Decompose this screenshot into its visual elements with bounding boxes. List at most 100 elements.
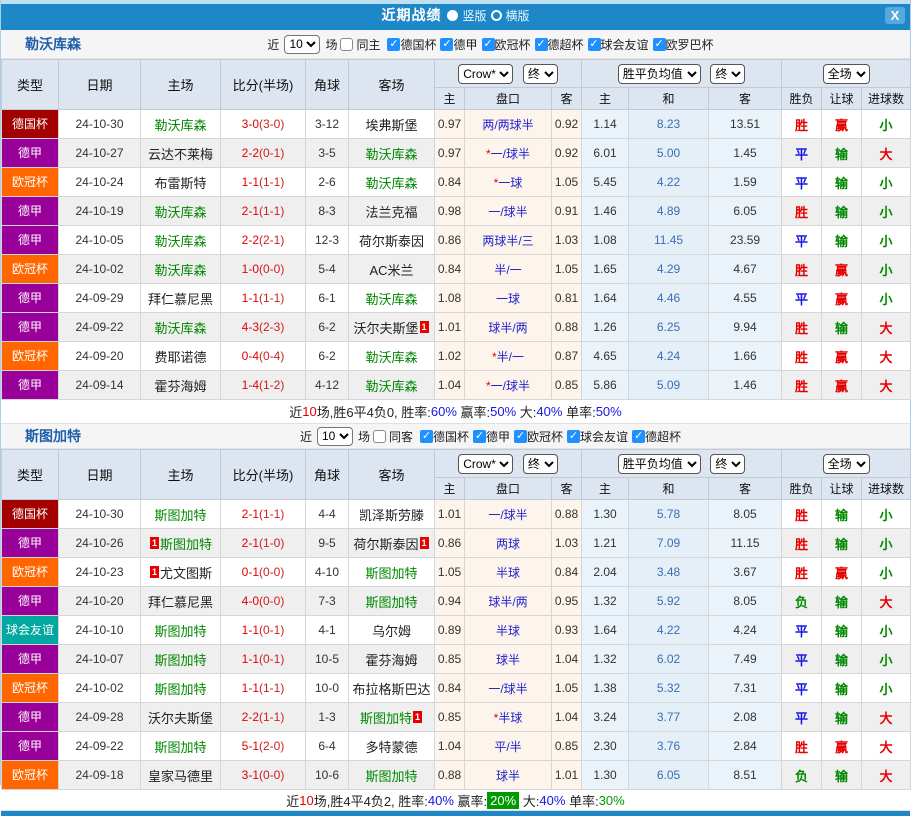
result-cell: 平 xyxy=(782,168,822,197)
team-cell: 荷尔斯泰因1 xyxy=(349,529,435,558)
corner-count: 6-2 xyxy=(306,342,349,371)
score-cell: 1-0(0-0) xyxy=(221,255,306,284)
match-row: 欧冠杯24-09-18皇家马德里3-1(0-0)10-6斯图加特0.88球半1.… xyxy=(2,761,911,790)
league-filter-label: 德国杯 xyxy=(433,428,469,445)
league-filter-item: ✓球会友谊 xyxy=(588,36,649,53)
match-date: 24-09-29 xyxy=(59,284,141,313)
summary-segment: 赢率: xyxy=(454,791,487,810)
goals-result-cell: 小 xyxy=(862,645,911,674)
asian-away-odds: 1.05 xyxy=(552,674,582,703)
result-cell: 平 xyxy=(782,674,822,703)
euro-draw-odds: 4.22 xyxy=(629,616,709,645)
league-filter-checkbox[interactable]: ✓ xyxy=(514,430,527,443)
match-row: 德甲24-09-28沃尔夫斯堡2-2(1-1)1-3斯图加特10.85*半球1.… xyxy=(2,703,911,732)
league-filter-checkbox[interactable]: ✓ xyxy=(588,38,601,51)
odds-time-select[interactable]: 终 xyxy=(523,454,558,474)
league-filter-checkbox[interactable]: ✓ xyxy=(387,38,400,51)
euro-home-odds: 5.45 xyxy=(582,168,629,197)
team-cell: 荷尔斯泰因 xyxy=(349,226,435,255)
match-date: 24-10-02 xyxy=(59,255,141,284)
goals-result-cell: 小 xyxy=(862,558,911,587)
team-label: 斯图加特 xyxy=(154,624,206,639)
half-score: (0-0) xyxy=(259,262,284,276)
league-filter-checkbox[interactable]: ✓ xyxy=(482,38,495,51)
landscape-radio-label[interactable]: 横版 xyxy=(506,7,530,24)
team-section-header: 勒沃库森 近 10 场 同主 ✓德国杯✓德甲✓欧冠杯✓德超杯✓球会友谊✓欧罗巴杯 xyxy=(1,30,910,59)
league-badge: 德甲 xyxy=(2,226,58,254)
odds-time-select[interactable]: 终 xyxy=(523,64,558,84)
match-count-select[interactable]: 10 xyxy=(317,427,353,446)
euro-home-odds: 1.08 xyxy=(582,226,629,255)
team-cell: 埃弗斯堡 xyxy=(349,110,435,139)
match-row: 德国杯24-10-30斯图加特2-1(1-1)4-4凯泽斯劳滕1.01一/球半0… xyxy=(2,500,911,529)
league-filter-checkbox[interactable]: ✓ xyxy=(653,38,666,51)
league-filter-checkbox[interactable]: ✓ xyxy=(473,430,486,443)
full-score: 2-1 xyxy=(242,507,259,521)
score-cell: 1-1(1-1) xyxy=(221,284,306,313)
full-score: 1-1 xyxy=(242,623,259,637)
summary-segment: 60% xyxy=(431,404,457,419)
league-type-cell: 德甲 xyxy=(2,587,59,616)
asian-home-odds: 0.88 xyxy=(435,761,465,790)
team-cell: 勒沃库森 xyxy=(349,139,435,168)
bottom-bar xyxy=(1,811,910,816)
goals-result-cell: 小 xyxy=(862,197,911,226)
euro-avg-select[interactable]: 胜平负均值 xyxy=(618,454,701,474)
red-card-badge: 1 xyxy=(420,321,429,333)
asian-away-odds: 0.88 xyxy=(552,500,582,529)
euro-time-select[interactable]: 终 xyxy=(710,64,745,84)
result-cell: 胜 xyxy=(782,342,822,371)
corner-count: 7-3 xyxy=(306,587,349,616)
league-filter-item: ✓德超杯 xyxy=(535,36,584,53)
red-card-badge: 1 xyxy=(420,537,429,549)
result-cell: 负 xyxy=(782,587,822,616)
odds-company-select[interactable]: Crow* xyxy=(458,454,513,474)
asian-home-odds: 0.94 xyxy=(435,587,465,616)
league-type-cell: 德国杯 xyxy=(2,500,59,529)
sub-goals: 进球数 xyxy=(862,88,911,110)
summary-segment: 单率: xyxy=(562,402,595,421)
team-cell: 勒沃库森 xyxy=(141,255,221,284)
league-filter-item: ✓德甲 xyxy=(473,428,510,445)
team-label: 乌尔姆 xyxy=(372,624,411,639)
odds-company-select[interactable]: Crow* xyxy=(458,64,513,84)
euro-avg-select[interactable]: 胜平负均值 xyxy=(618,64,701,84)
corner-count: 4-10 xyxy=(306,558,349,587)
close-icon[interactable]: X xyxy=(885,7,905,24)
score-cell: 0-4(0-4) xyxy=(221,342,306,371)
scope-select[interactable]: 全场 xyxy=(823,454,870,474)
league-filter-checkbox[interactable]: ✓ xyxy=(420,430,433,443)
team-label: 拜仁慕尼黑 xyxy=(148,595,213,610)
euro-draw-odds: 5.78 xyxy=(629,500,709,529)
match-row: 德甲24-10-05勒沃库森2-2(2-1)12-3荷尔斯泰因0.86两球半/三… xyxy=(2,226,911,255)
match-date: 24-10-10 xyxy=(59,616,141,645)
league-filter-item: ✓德国杯 xyxy=(420,428,469,445)
euro-draw-odds: 6.02 xyxy=(629,645,709,674)
portrait-radio-label[interactable]: 竖版 xyxy=(462,7,486,24)
title-bar: 近期战绩 竖版 横版 X xyxy=(1,0,910,30)
half-score: (1-1) xyxy=(259,175,284,189)
team-label: 沃尔夫斯堡 xyxy=(353,321,418,336)
scope-select[interactable]: 全场 xyxy=(823,64,870,84)
portrait-radio-icon[interactable] xyxy=(447,10,458,21)
league-filter-checkbox[interactable]: ✓ xyxy=(535,38,548,51)
match-row: 球会友谊24-10-10斯图加特1-1(0-1)4-1乌尔姆0.89半球0.93… xyxy=(2,616,911,645)
league-type-cell: 德甲 xyxy=(2,645,59,674)
league-filter-checkbox[interactable]: ✓ xyxy=(440,38,453,51)
league-filters-0: ✓德国杯✓德甲✓欧冠杯✓德超杯✓球会友谊✓欧罗巴杯 xyxy=(383,36,713,53)
same-venue-checkbox[interactable] xyxy=(373,430,386,443)
asian-away-odds: 0.84 xyxy=(552,558,582,587)
team-cell: 斯图加特 xyxy=(141,674,221,703)
asian-away-odds: 0.85 xyxy=(552,732,582,761)
full-score: 0-4 xyxy=(242,349,259,363)
same-venue-checkbox[interactable] xyxy=(340,38,353,51)
league-filter-checkbox[interactable]: ✓ xyxy=(632,430,645,443)
landscape-radio-icon[interactable] xyxy=(491,10,502,21)
league-filter-checkbox[interactable]: ✓ xyxy=(567,430,580,443)
corner-count: 4-4 xyxy=(306,500,349,529)
result-cell: 胜 xyxy=(782,558,822,587)
team-label: 荷尔斯泰因 xyxy=(353,537,418,552)
match-count-select[interactable]: 10 xyxy=(284,35,320,54)
euro-time-select[interactable]: 终 xyxy=(710,454,745,474)
result-cell: 胜 xyxy=(782,197,822,226)
